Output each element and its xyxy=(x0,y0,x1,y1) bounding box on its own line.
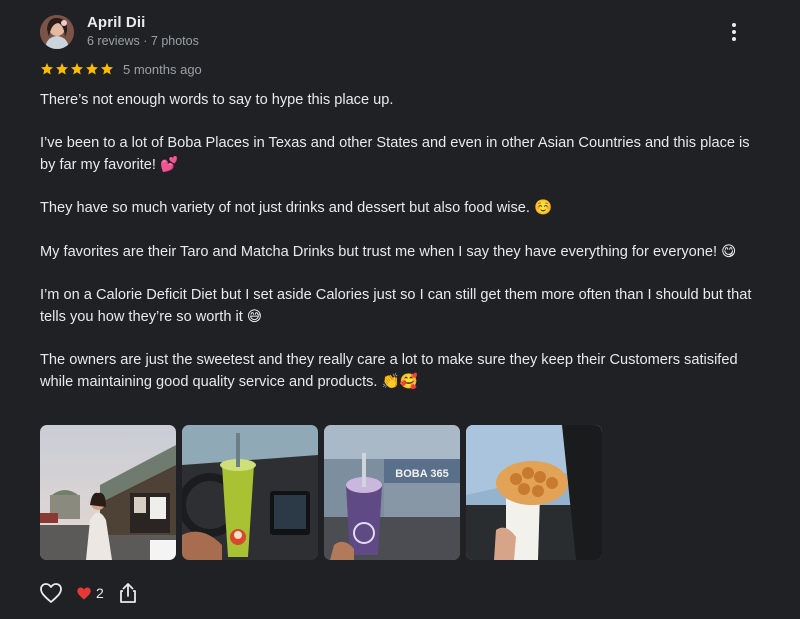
photo-bubble-waffle[interactable] xyxy=(466,425,602,560)
star-icon xyxy=(100,63,114,75)
share-icon xyxy=(119,583,136,603)
star-icon xyxy=(40,63,54,75)
reviewer-avatar[interactable] xyxy=(40,15,74,49)
review-photos: BOBA 365 xyxy=(40,425,602,560)
reviewer-name[interactable]: April Dii xyxy=(87,14,145,31)
review-paragraph: I’ve been to a lot of Boba Places in Tex… xyxy=(40,135,750,174)
star-icon xyxy=(55,63,69,75)
photo-taro-drink[interactable]: BOBA 365 xyxy=(324,425,460,560)
review-paragraph: My favorites are their Taro and Matcha D… xyxy=(40,243,737,260)
avatar-image xyxy=(40,15,74,49)
photo-matcha-drink[interactable] xyxy=(182,425,318,560)
star-icon xyxy=(85,63,99,75)
review-paragraph: There’s not enough words to say to hype … xyxy=(40,92,394,108)
reactions-button[interactable]: 2 xyxy=(76,585,104,601)
review-paragraph: The owners are just the sweetest and the… xyxy=(40,352,738,391)
star-rating xyxy=(40,62,114,76)
review-paragraph: I’m on a Calorie Deficit Diet but I set … xyxy=(40,287,752,325)
photo-storefront[interactable] xyxy=(40,425,176,560)
reaction-count: 2 xyxy=(96,585,104,601)
rating-row: 5 months ago xyxy=(40,60,202,78)
matcha-drink-image xyxy=(182,425,318,560)
review-actions: 2 xyxy=(38,580,139,606)
taro-drink-image: BOBA 365 xyxy=(324,425,460,560)
review-paragraph: They have so much variety of not just dr… xyxy=(40,200,553,217)
star-icon xyxy=(70,63,84,75)
reviewer-stats: 6 reviews · 7 photos xyxy=(87,34,199,48)
heart-outline-icon xyxy=(40,583,62,603)
more-vert-icon xyxy=(732,23,736,27)
storefront-image xyxy=(40,425,176,560)
review-date: 5 months ago xyxy=(123,61,202,77)
like-button[interactable] xyxy=(38,580,64,606)
more-options-button[interactable] xyxy=(722,18,746,46)
store-sign-text: BOBA 365 xyxy=(395,468,448,480)
bubble-waffle-image xyxy=(466,425,602,560)
share-button[interactable] xyxy=(117,580,139,606)
heart-filled-icon xyxy=(77,587,91,599)
review-card: April Dii 6 reviews · 7 photos 5 months … xyxy=(0,0,800,619)
review-text: There’s not enough words to say to hype … xyxy=(40,90,752,415)
